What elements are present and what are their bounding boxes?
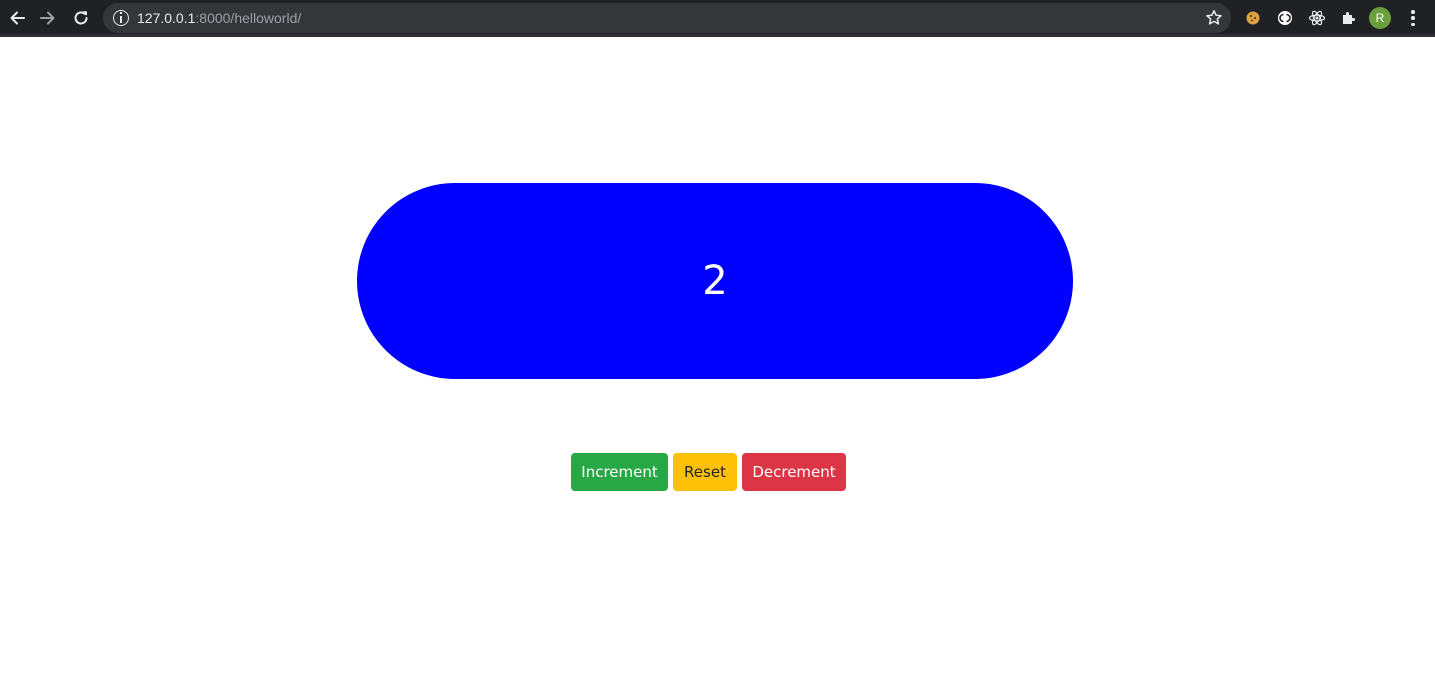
reload-icon: [74, 11, 88, 25]
url-host: 127.0.0.1: [137, 10, 196, 26]
url-path: :8000/helloworld/: [195, 10, 302, 26]
reload-button[interactable]: [67, 4, 95, 32]
forward-button[interactable]: [34, 4, 62, 32]
reset-button[interactable]: Reset: [673, 453, 737, 491]
decrement-button[interactable]: Decrement: [742, 453, 846, 491]
star-icon[interactable]: [1205, 9, 1223, 27]
puzzle-extensions-icon[interactable]: [1339, 8, 1359, 28]
forward-icon: [40, 11, 55, 25]
back-icon: [10, 11, 25, 25]
url-text[interactable]: 127.0.0.1:8000/helloworld/: [137, 10, 301, 26]
address-bar[interactable]: 127.0.0.1:8000/helloworld/: [103, 3, 1231, 33]
counter-value: 2: [702, 258, 728, 304]
increment-button[interactable]: Increment: [571, 453, 668, 491]
avatar[interactable]: R: [1369, 7, 1391, 29]
menu-icon[interactable]: [1405, 9, 1421, 27]
react-devtools-icon[interactable]: [1307, 8, 1327, 28]
counter-display: 2: [357, 183, 1073, 379]
browser-toolbar: 127.0.0.1:8000/helloworld/ R: [0, 0, 1435, 37]
counter-controls: Increment Reset Decrement: [571, 453, 846, 491]
cookie-extension-icon[interactable]: [1243, 8, 1263, 28]
extension-icon[interactable]: [1275, 8, 1295, 28]
back-button[interactable]: [3, 4, 31, 32]
info-icon[interactable]: [113, 10, 129, 26]
